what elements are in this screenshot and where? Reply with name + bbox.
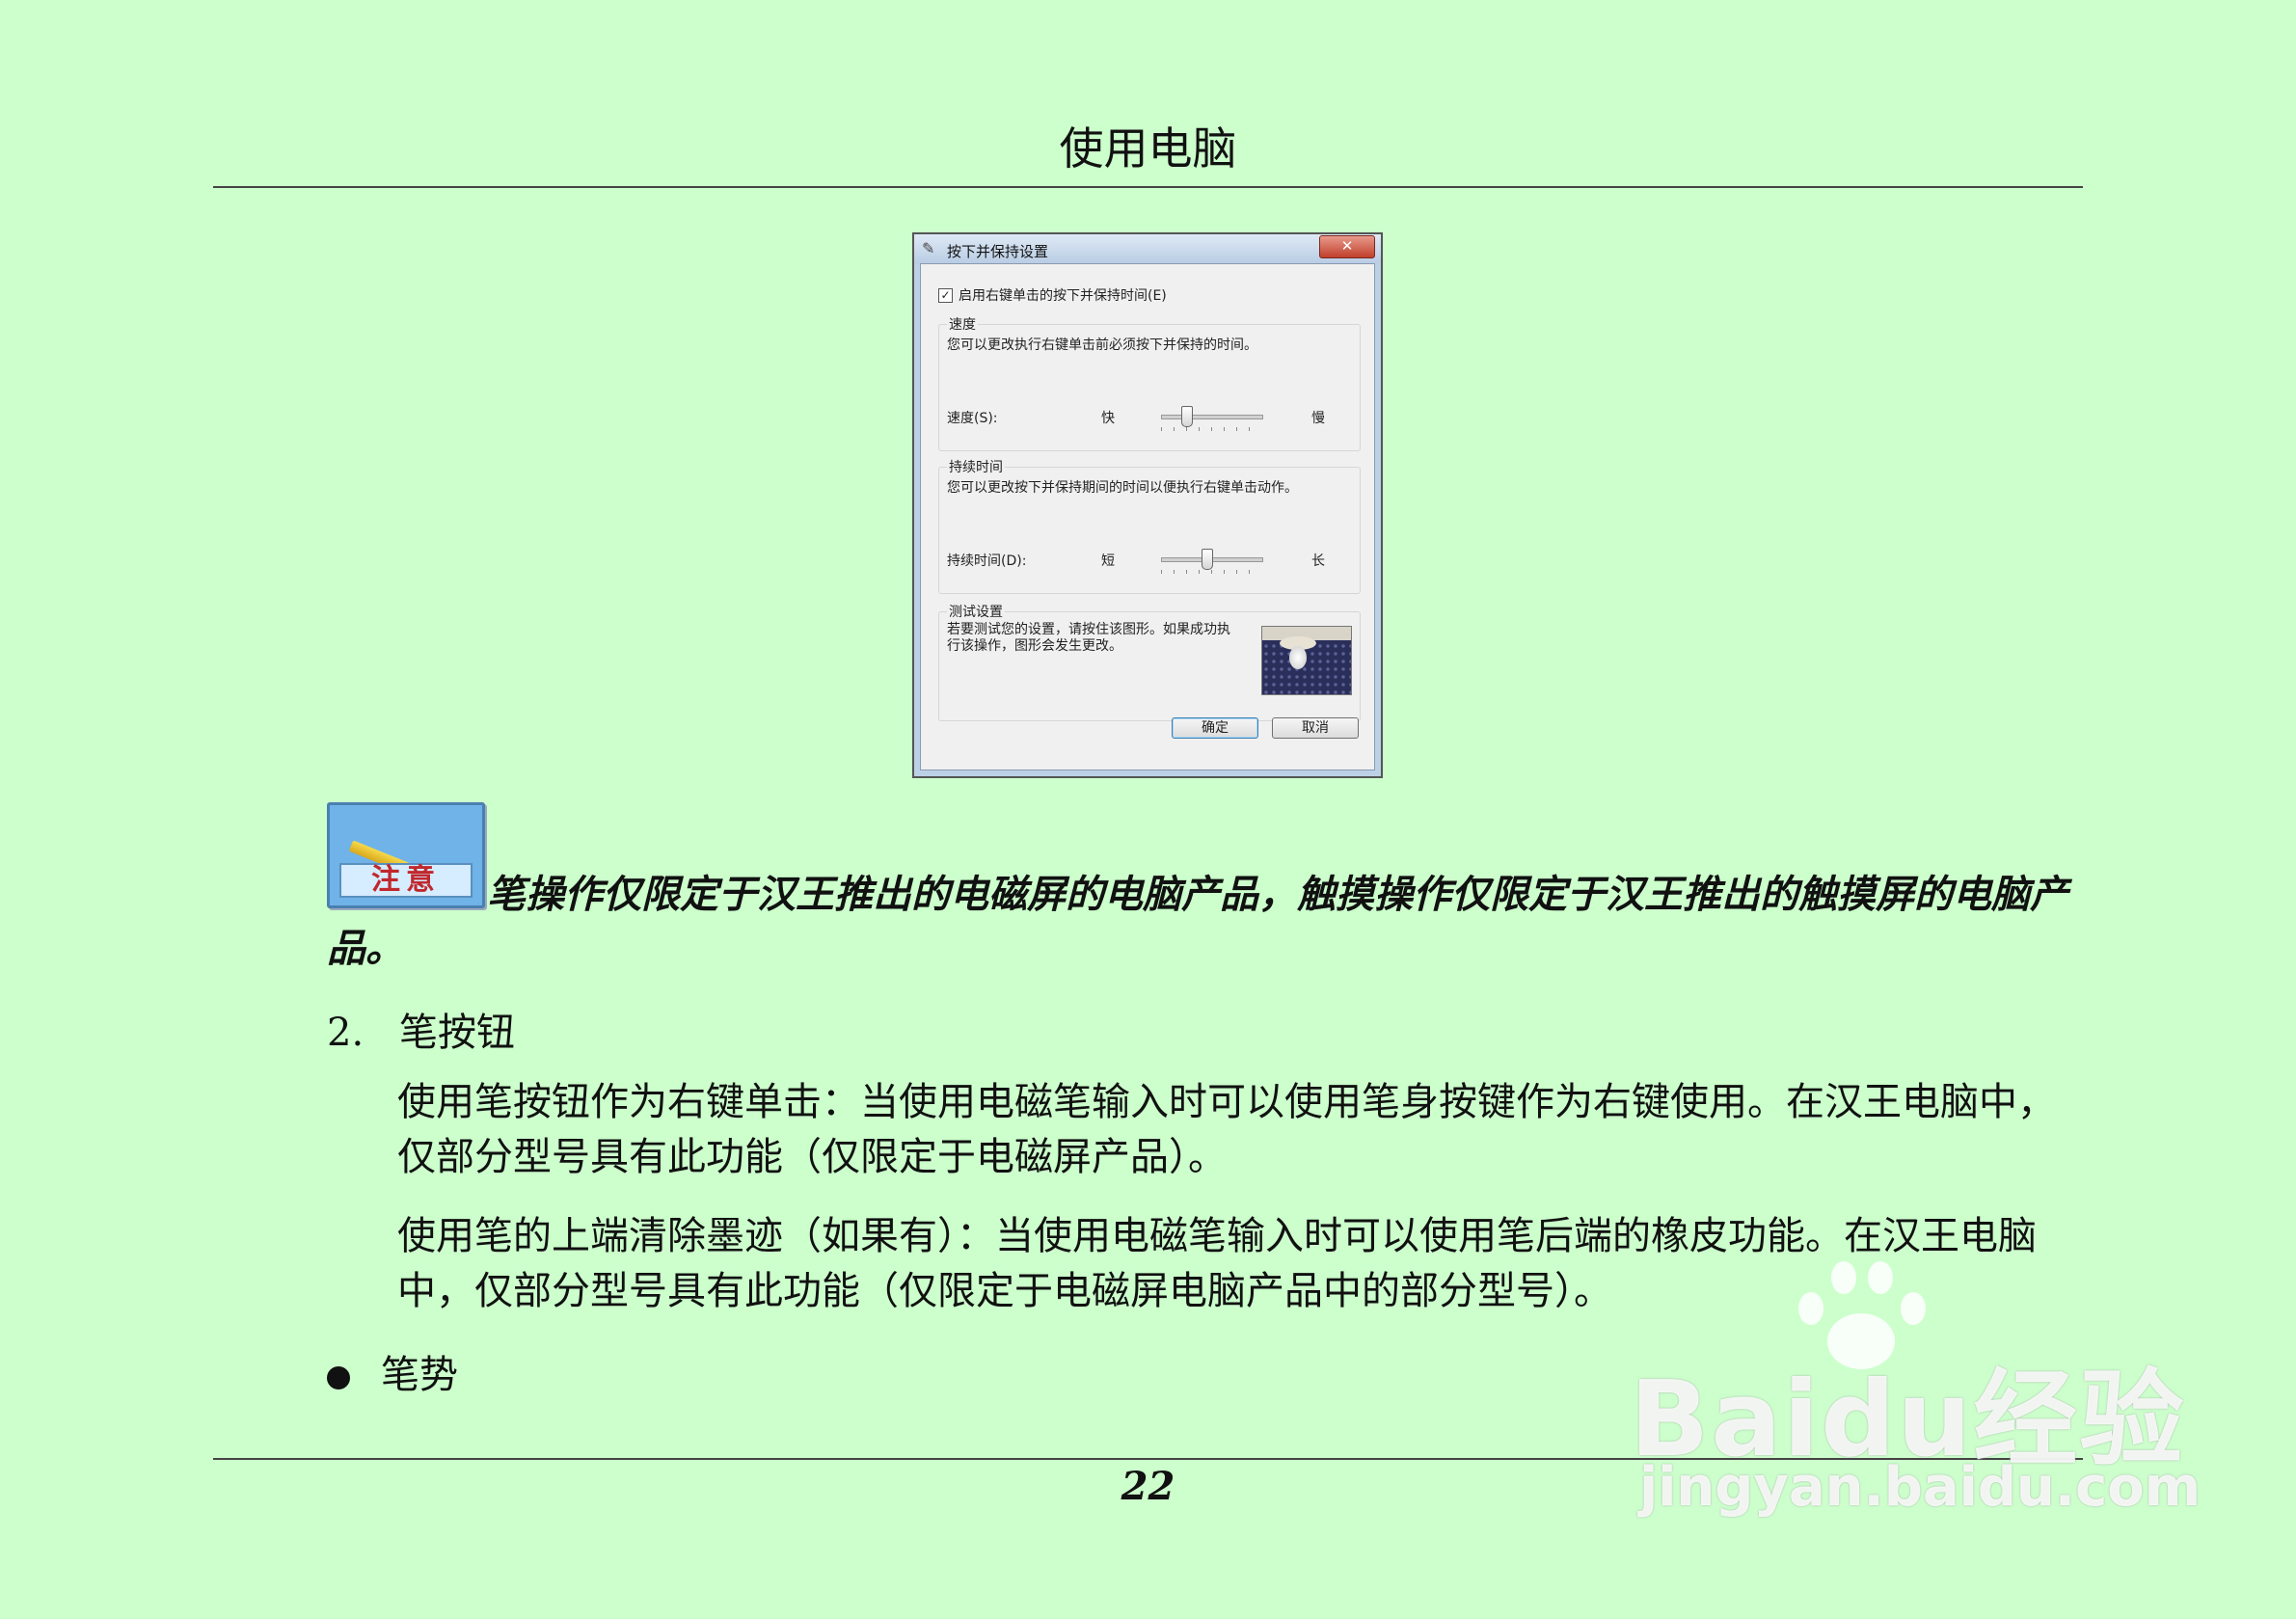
- speed-slider-thumb[interactable]: [1181, 406, 1193, 427]
- test-group-description: 若要测试您的设置，请按住该图形。如果成功执行该操作，图形会发生更改。: [947, 622, 1230, 654]
- page-header: 使用电脑: [1059, 122, 1237, 175]
- test-lamp-image[interactable]: [1261, 626, 1352, 695]
- speed-group: 速度 您可以更改执行右键单击前必须按下并保持的时间。 速度(S): 快 慢: [938, 314, 1361, 451]
- duration-group: 持续时间 您可以更改按下并保持期间的时间以便执行右键单击动作。 持续时间(D):…: [938, 457, 1361, 594]
- pen-icon: ✎: [922, 239, 935, 257]
- section-title: 笔按钮: [399, 1011, 515, 1055]
- section-number: 2.: [327, 1011, 365, 1055]
- enable-press-hold-checkbox[interactable]: ✓ 启用右键单击的按下并保持时间(E): [938, 285, 1167, 305]
- bullet-item: 笔势: [327, 1343, 458, 1399]
- duration-max-label: 长: [1311, 553, 1325, 569]
- paragraph: 使用笔按钮作为右键单击：当使用电磁笔输入时可以使用笔身按键作为右键使用。在汉王电…: [397, 1080, 2056, 1179]
- dialog-title: 按下并保持设置: [947, 243, 1049, 260]
- speed-group-title: 速度: [947, 314, 978, 334]
- duration-slider-label: 持续时间(D):: [947, 553, 1027, 569]
- watermark-url: jingyan.baidu.com: [1639, 1456, 2201, 1519]
- header-rule: [213, 186, 2083, 188]
- speed-max-label: 慢: [1311, 411, 1325, 426]
- duration-slider-row: 持续时间(D): 短 长: [947, 545, 1350, 574]
- speed-slider-track[interactable]: [1161, 415, 1263, 419]
- dialog-body: ✓ 启用右键单击的按下并保持时间(E) 速度 您可以更改执行右键单击前必须按下并…: [920, 263, 1375, 770]
- duration-slider-thumb[interactable]: [1201, 549, 1213, 570]
- duration-group-title: 持续时间: [947, 457, 1005, 476]
- note-text: 笔操作仅限定于汉王推出的电磁屏的电脑产品，触摸操作仅限定于汉王推出的触摸屏的电脑…: [327, 872, 2068, 971]
- bullet-dot-icon: [327, 1366, 350, 1390]
- cancel-button[interactable]: 取消: [1272, 717, 1359, 739]
- bullet-text: 笔势: [381, 1353, 458, 1397]
- speed-min-label: 快: [1101, 411, 1115, 426]
- press-hold-settings-dialog: ✎ 按下并保持设置 ✕ ✓ 启用右键单击的按下并保持时间(E) 速度 您可以更改…: [912, 232, 1383, 778]
- speed-slider-row: 速度(S): 快 慢: [947, 402, 1350, 431]
- enable-press-hold-label: 启用右键单击的按下并保持时间(E): [959, 288, 1167, 304]
- duration-slider-ticks: [1161, 570, 1261, 574]
- test-settings-group: 测试设置 若要测试您的设置，请按住该图形。如果成功执行该操作，图形会发生更改。: [938, 602, 1361, 721]
- duration-group-description: 您可以更改按下并保持期间的时间以便执行右键单击动作。: [947, 480, 1298, 496]
- dialog-titlebar: ✎ 按下并保持设置 ✕: [914, 234, 1381, 263]
- test-group-title: 测试设置: [947, 602, 1005, 621]
- speed-slider-ticks: [1161, 427, 1261, 431]
- section-heading: 2. 笔按钮: [327, 1001, 515, 1057]
- speed-group-description: 您可以更改执行右键单击前必须按下并保持的时间。: [947, 337, 1257, 353]
- ok-button[interactable]: 确定: [1172, 717, 1258, 739]
- speed-slider-label: 速度(S):: [947, 411, 998, 426]
- close-button[interactable]: ✕: [1319, 235, 1375, 258]
- duration-min-label: 短: [1101, 553, 1115, 569]
- checkbox-checkmark-icon[interactable]: ✓: [938, 287, 953, 303]
